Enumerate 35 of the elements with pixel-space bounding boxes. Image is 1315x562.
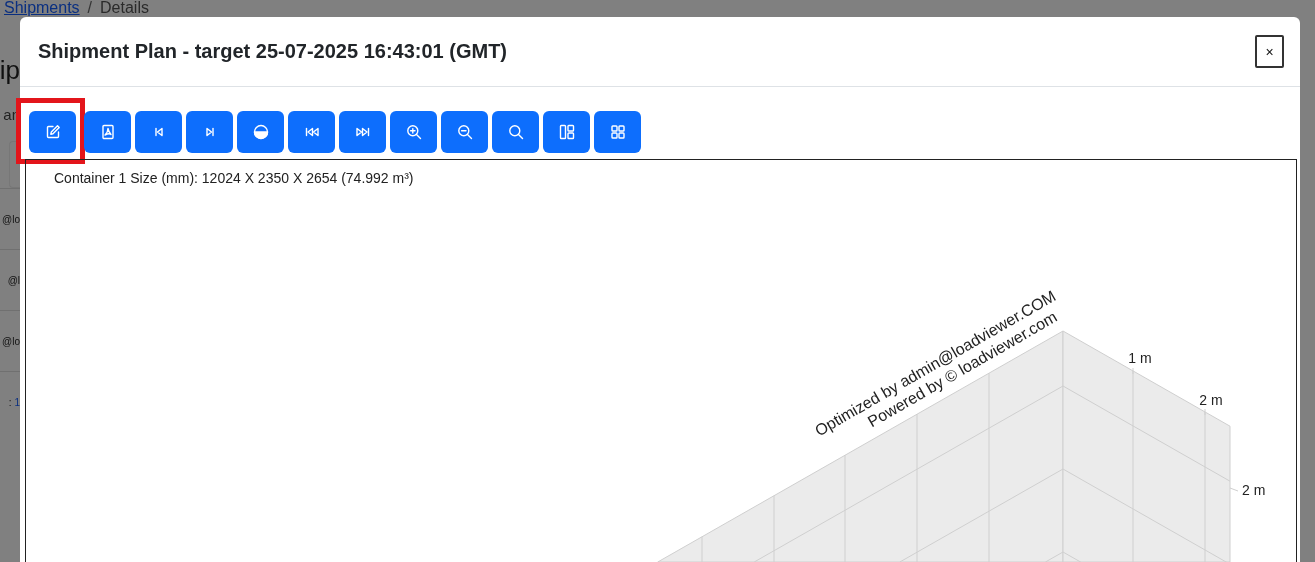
- layout-icon: [558, 124, 575, 140]
- row-text: @lo: [2, 335, 20, 347]
- half-circle-icon: [252, 124, 269, 140]
- edit-button[interactable]: [29, 111, 76, 153]
- fast-forward-button[interactable]: [339, 111, 386, 153]
- axis-label: 2 m: [1199, 392, 1223, 408]
- row-label: :: [8, 396, 12, 408]
- row-link[interactable]: 1: [14, 396, 20, 408]
- layout-button[interactable]: [543, 111, 590, 153]
- modal-title: Shipment Plan - target 25-07-2025 16:43:01 (GMT): [38, 40, 508, 63]
- grid-button[interactable]: [594, 111, 641, 153]
- close-button[interactable]: ×: [1255, 35, 1284, 68]
- zoom-in-icon: [405, 124, 422, 140]
- search-button[interactable]: [492, 111, 539, 153]
- page-heading: ip: [0, 55, 20, 86]
- document-button[interactable]: [84, 111, 131, 153]
- document-icon: [99, 124, 116, 140]
- breadcrumb-link[interactable]: Shipments: [4, 0, 80, 17]
- rewind-button[interactable]: [288, 111, 335, 153]
- row-text: @lo: [2, 213, 20, 225]
- row-text: @l: [7, 274, 20, 286]
- breadcrumb-separator: /: [87, 0, 93, 17]
- zoom-out-button[interactable]: [441, 111, 488, 153]
- step-back-button[interactable]: [135, 111, 182, 153]
- step-forward-button[interactable]: [186, 111, 233, 153]
- axis-label: 1 m: [1128, 350, 1152, 366]
- axis-label: 2 m: [1242, 482, 1266, 498]
- search-icon: [507, 124, 524, 140]
- container-size-text: Container 1 Size (mm): 12024 X 2350 X 2654 (74.992 m³): [53, 169, 415, 188]
- zoom-out-icon: [456, 124, 473, 140]
- half-circle-button[interactable]: [237, 111, 284, 153]
- grid-icon: [609, 124, 626, 140]
- breadcrumb-current: Details: [100, 0, 149, 17]
- zoom-in-button[interactable]: [390, 111, 437, 153]
- edit-icon: [44, 124, 61, 140]
